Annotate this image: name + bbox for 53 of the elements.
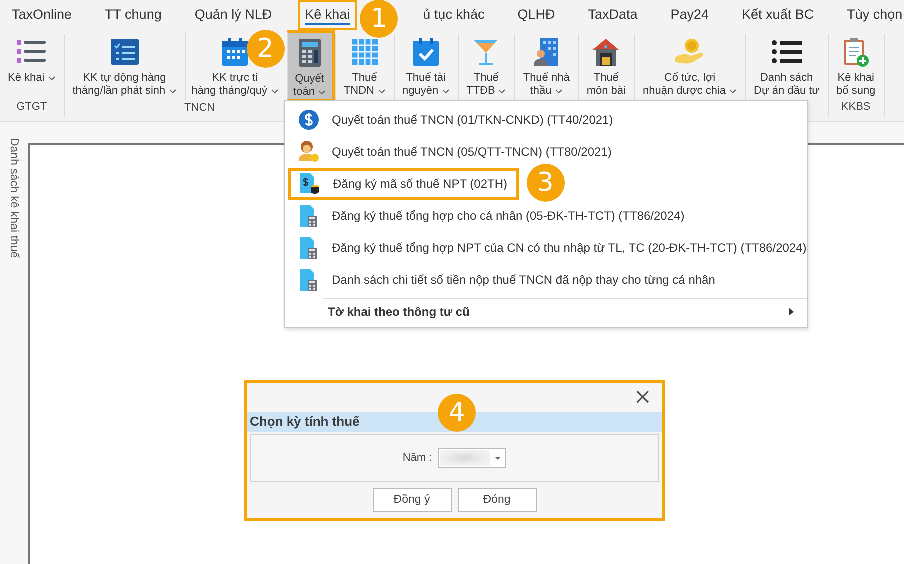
grid-icon [352, 39, 378, 65]
dialog-button[interactable]: Đồng ý [372, 488, 452, 512]
group-label: GTGT [16, 101, 48, 113]
coin-in-hand-icon [675, 38, 705, 66]
calendar-icon [222, 38, 248, 66]
ribbon-button[interactable]: Thuế nhà thầu [515, 30, 578, 101]
menu-item[interactable]: Đăng ký thuế tổng hợp NPT của CN có thu nhập từ TL, TC (20-ĐK-TH-TCT) (TT86/2024) [288, 232, 817, 264]
menu-item[interactable]: Đăng ký thuế tổng hợp cho cá nhân (05-ĐK-TH-TCT) (TT86/2024) [288, 200, 804, 232]
field-label: Năm : [402, 452, 432, 464]
close-button[interactable]: × [634, 386, 652, 408]
dollar-document-with-coins-icon [300, 173, 320, 195]
calculator-icon [298, 39, 321, 67]
cocktail-glass-icon [473, 38, 500, 66]
checklist-icon [110, 39, 139, 65]
building-with-person-icon [534, 38, 560, 66]
callout-badge: 3 [526, 164, 565, 202]
ribbon-button[interactable]: Danh sách Dự án đầu tư [746, 30, 828, 101]
document-calculator-icon [300, 205, 318, 227]
menu-tab[interactable]: QLHĐ [510, 0, 562, 30]
callout-badge: 1 [360, 0, 398, 38]
menu-tab[interactable]: Quản lý NLĐ [188, 0, 280, 30]
menu-tab[interactable]: Kết xuất BC [735, 0, 822, 30]
ribbon-button[interactable]: KK tự động hàng tháng/lần phát sinh [64, 30, 185, 102]
group-label: TNCN [184, 102, 216, 114]
ribbon-button[interactable]: Kê khai [0, 30, 64, 101]
menu-item[interactable]: Đăng ký mã số thuế NPT (02TH) [288, 168, 519, 200]
side-tab[interactable]: Danh sách kê khai thuế [8, 138, 20, 258]
dollar-coin-icon [299, 110, 319, 130]
numbered-list-icon [16, 39, 47, 65]
callout-badge: 2 [246, 30, 285, 68]
submenu-item[interactable]: Tờ khai theo thông tư cũ [288, 299, 804, 325]
menu-tab[interactable]: TaxOnline [5, 0, 80, 30]
ribbon-button[interactable]: Kê khai bổ sung [828, 30, 884, 101]
dropdown-arrow-icon [495, 456, 502, 460]
group-label: KKBS [841, 101, 871, 113]
menu-tab[interactable]: Pay24 [664, 0, 716, 30]
ribbon-button[interactable]: Quyết toán [286, 30, 335, 102]
clipboard-add-icon [843, 37, 870, 67]
submenu-arrow-icon [789, 308, 794, 316]
menu-tab[interactable]: ủ tục khác [416, 0, 492, 30]
dialog-button[interactable]: Đóng [458, 488, 536, 512]
menu-item[interactable]: Danh sách chi tiết số tiền nộp thuế TNCN đã nộp thay cho từng cá nhân [288, 264, 804, 296]
document-calculator-icon [300, 269, 318, 291]
menu-tab[interactable]: TaxData [581, 0, 645, 30]
year-dropdown[interactable] [438, 448, 506, 468]
document-calculator-icon [300, 237, 318, 259]
menu-tab[interactable]: Tùy chọn [840, 0, 904, 30]
menu-item[interactable]: Quyết toán thuế TNCN (01/TKN-CNKD) (TT40/2021) [288, 104, 804, 136]
person-with-coin-icon [298, 141, 320, 163]
house-icon [592, 38, 620, 66]
bulleted-list-icon [772, 40, 802, 64]
menu-tab[interactable]: TT chung [98, 0, 169, 30]
check-calendar-icon [413, 38, 440, 66]
